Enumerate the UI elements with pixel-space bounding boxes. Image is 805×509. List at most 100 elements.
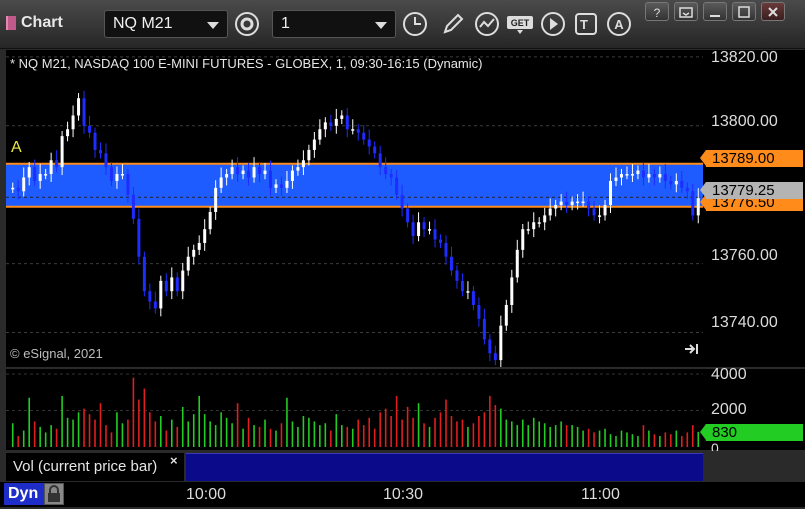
settings-button[interactable] [232, 10, 262, 38]
interval-combo[interactable]: 1 [272, 10, 396, 38]
candle-body [455, 270, 459, 281]
restore-button[interactable] [674, 2, 698, 21]
candle-body [576, 201, 580, 204]
candle-body [499, 325, 503, 361]
minimize-button[interactable] [703, 2, 727, 21]
study-label: Vol (current price bar) [13, 458, 158, 475]
price-tick: 13740.00 [711, 314, 778, 331]
candle-body [22, 177, 26, 192]
svg-text:T: T [580, 17, 588, 32]
candle-body [225, 174, 229, 178]
study-button[interactable] [472, 10, 502, 38]
candle-body [219, 177, 223, 188]
candle-body [609, 180, 613, 206]
chart-title: * NQ M21, NASDAQ 100 E-MINI FUTURES - GL… [10, 56, 483, 71]
time-button[interactable] [400, 10, 430, 38]
volume-chart [6, 373, 703, 447]
candle-body [362, 132, 366, 140]
svg-text:?: ? [654, 6, 661, 19]
chevron-down-icon [375, 22, 387, 29]
candle-body [384, 167, 388, 175]
candle-body [504, 304, 508, 326]
volume-pane[interactable] [6, 369, 703, 450]
candle-body [66, 129, 70, 137]
study-close-button[interactable]: × [170, 453, 178, 468]
candle-body [543, 215, 547, 223]
candle-body [214, 187, 218, 212]
candle-body [526, 229, 530, 231]
lock-button[interactable] [44, 483, 64, 505]
candle-body [203, 229, 207, 243]
window-title-text: Chart [21, 14, 63, 31]
copyright-text: © eSignal, 2021 [10, 346, 103, 361]
restore-icon [679, 6, 693, 18]
study-area [186, 453, 703, 481]
candle-body [449, 256, 453, 271]
candle-body [587, 201, 591, 209]
candle-body [241, 170, 245, 175]
candle-body [142, 256, 146, 292]
candle-body [208, 211, 212, 230]
candle-body [181, 270, 185, 292]
candle-body [340, 115, 344, 119]
jump-to-end-button[interactable] [683, 342, 699, 361]
play-button[interactable] [538, 10, 568, 38]
time-tick: 10:00 [186, 486, 227, 503]
candle-body [537, 222, 541, 224]
price-tick: 13800.00 [711, 113, 778, 130]
candle-body [186, 256, 190, 271]
close-icon [768, 6, 778, 17]
candle-body [411, 222, 415, 237]
candle-body [131, 194, 135, 219]
candle-body [674, 180, 678, 185]
candle-body [312, 139, 316, 150]
get-button[interactable]: GET [505, 10, 535, 38]
candle-body [175, 277, 179, 292]
candle-body [510, 277, 514, 305]
maximize-icon [738, 5, 750, 18]
candle-body [109, 167, 113, 181]
close-button[interactable] [761, 2, 785, 21]
alert-button[interactable]: A [604, 10, 634, 38]
candle-body [685, 187, 689, 192]
candle-body [307, 149, 311, 161]
study-tab[interactable]: Vol (current price bar) [6, 453, 184, 481]
symbol-combo[interactable]: NQ M21 [104, 10, 228, 38]
candle-body [603, 205, 607, 216]
candle-body [521, 229, 525, 250]
candle-body [482, 318, 486, 340]
jump-to-end-icon [685, 344, 698, 354]
minimize-icon [710, 14, 720, 17]
text-button[interactable]: T [571, 10, 601, 38]
candle-body [460, 280, 464, 292]
candle-body [27, 167, 31, 178]
candle-body [592, 208, 596, 216]
candle-body [170, 277, 174, 292]
maximize-button[interactable] [732, 2, 756, 21]
volume-axis[interactable]: 4000 2000 830 0 [700, 367, 805, 456]
dyn-label: Dyn [8, 485, 39, 502]
svg-text:GET: GET [511, 18, 530, 28]
draw-button[interactable] [438, 10, 468, 38]
volume-tick: 2000 [711, 401, 747, 418]
candle-body [570, 201, 574, 206]
candle-body [625, 174, 629, 176]
time-tick: 11:00 [581, 486, 620, 503]
band-upper-badge: 13789.00 [700, 150, 803, 167]
question-icon: ? [654, 6, 661, 19]
help-button[interactable]: ? [645, 2, 669, 21]
candle-body [515, 249, 519, 278]
candle-body [428, 229, 432, 231]
dynamic-button[interactable]: Dyn [4, 483, 44, 505]
candle-body [82, 98, 86, 126]
candle-body [126, 174, 130, 195]
candle-body [49, 160, 53, 175]
candle-body [548, 208, 552, 216]
candle-body [493, 353, 497, 361]
price-pane[interactable]: * NQ M21, NASDAQ 100 E-MINI FUTURES - GL… [6, 50, 703, 367]
candle-body [395, 177, 399, 195]
interval-value: 1 [281, 15, 290, 32]
candle-body [488, 339, 492, 354]
price-axis[interactable]: 13820.00 13800.00 13789.00 13776.50 1377… [700, 50, 805, 367]
candle-body [345, 115, 349, 130]
